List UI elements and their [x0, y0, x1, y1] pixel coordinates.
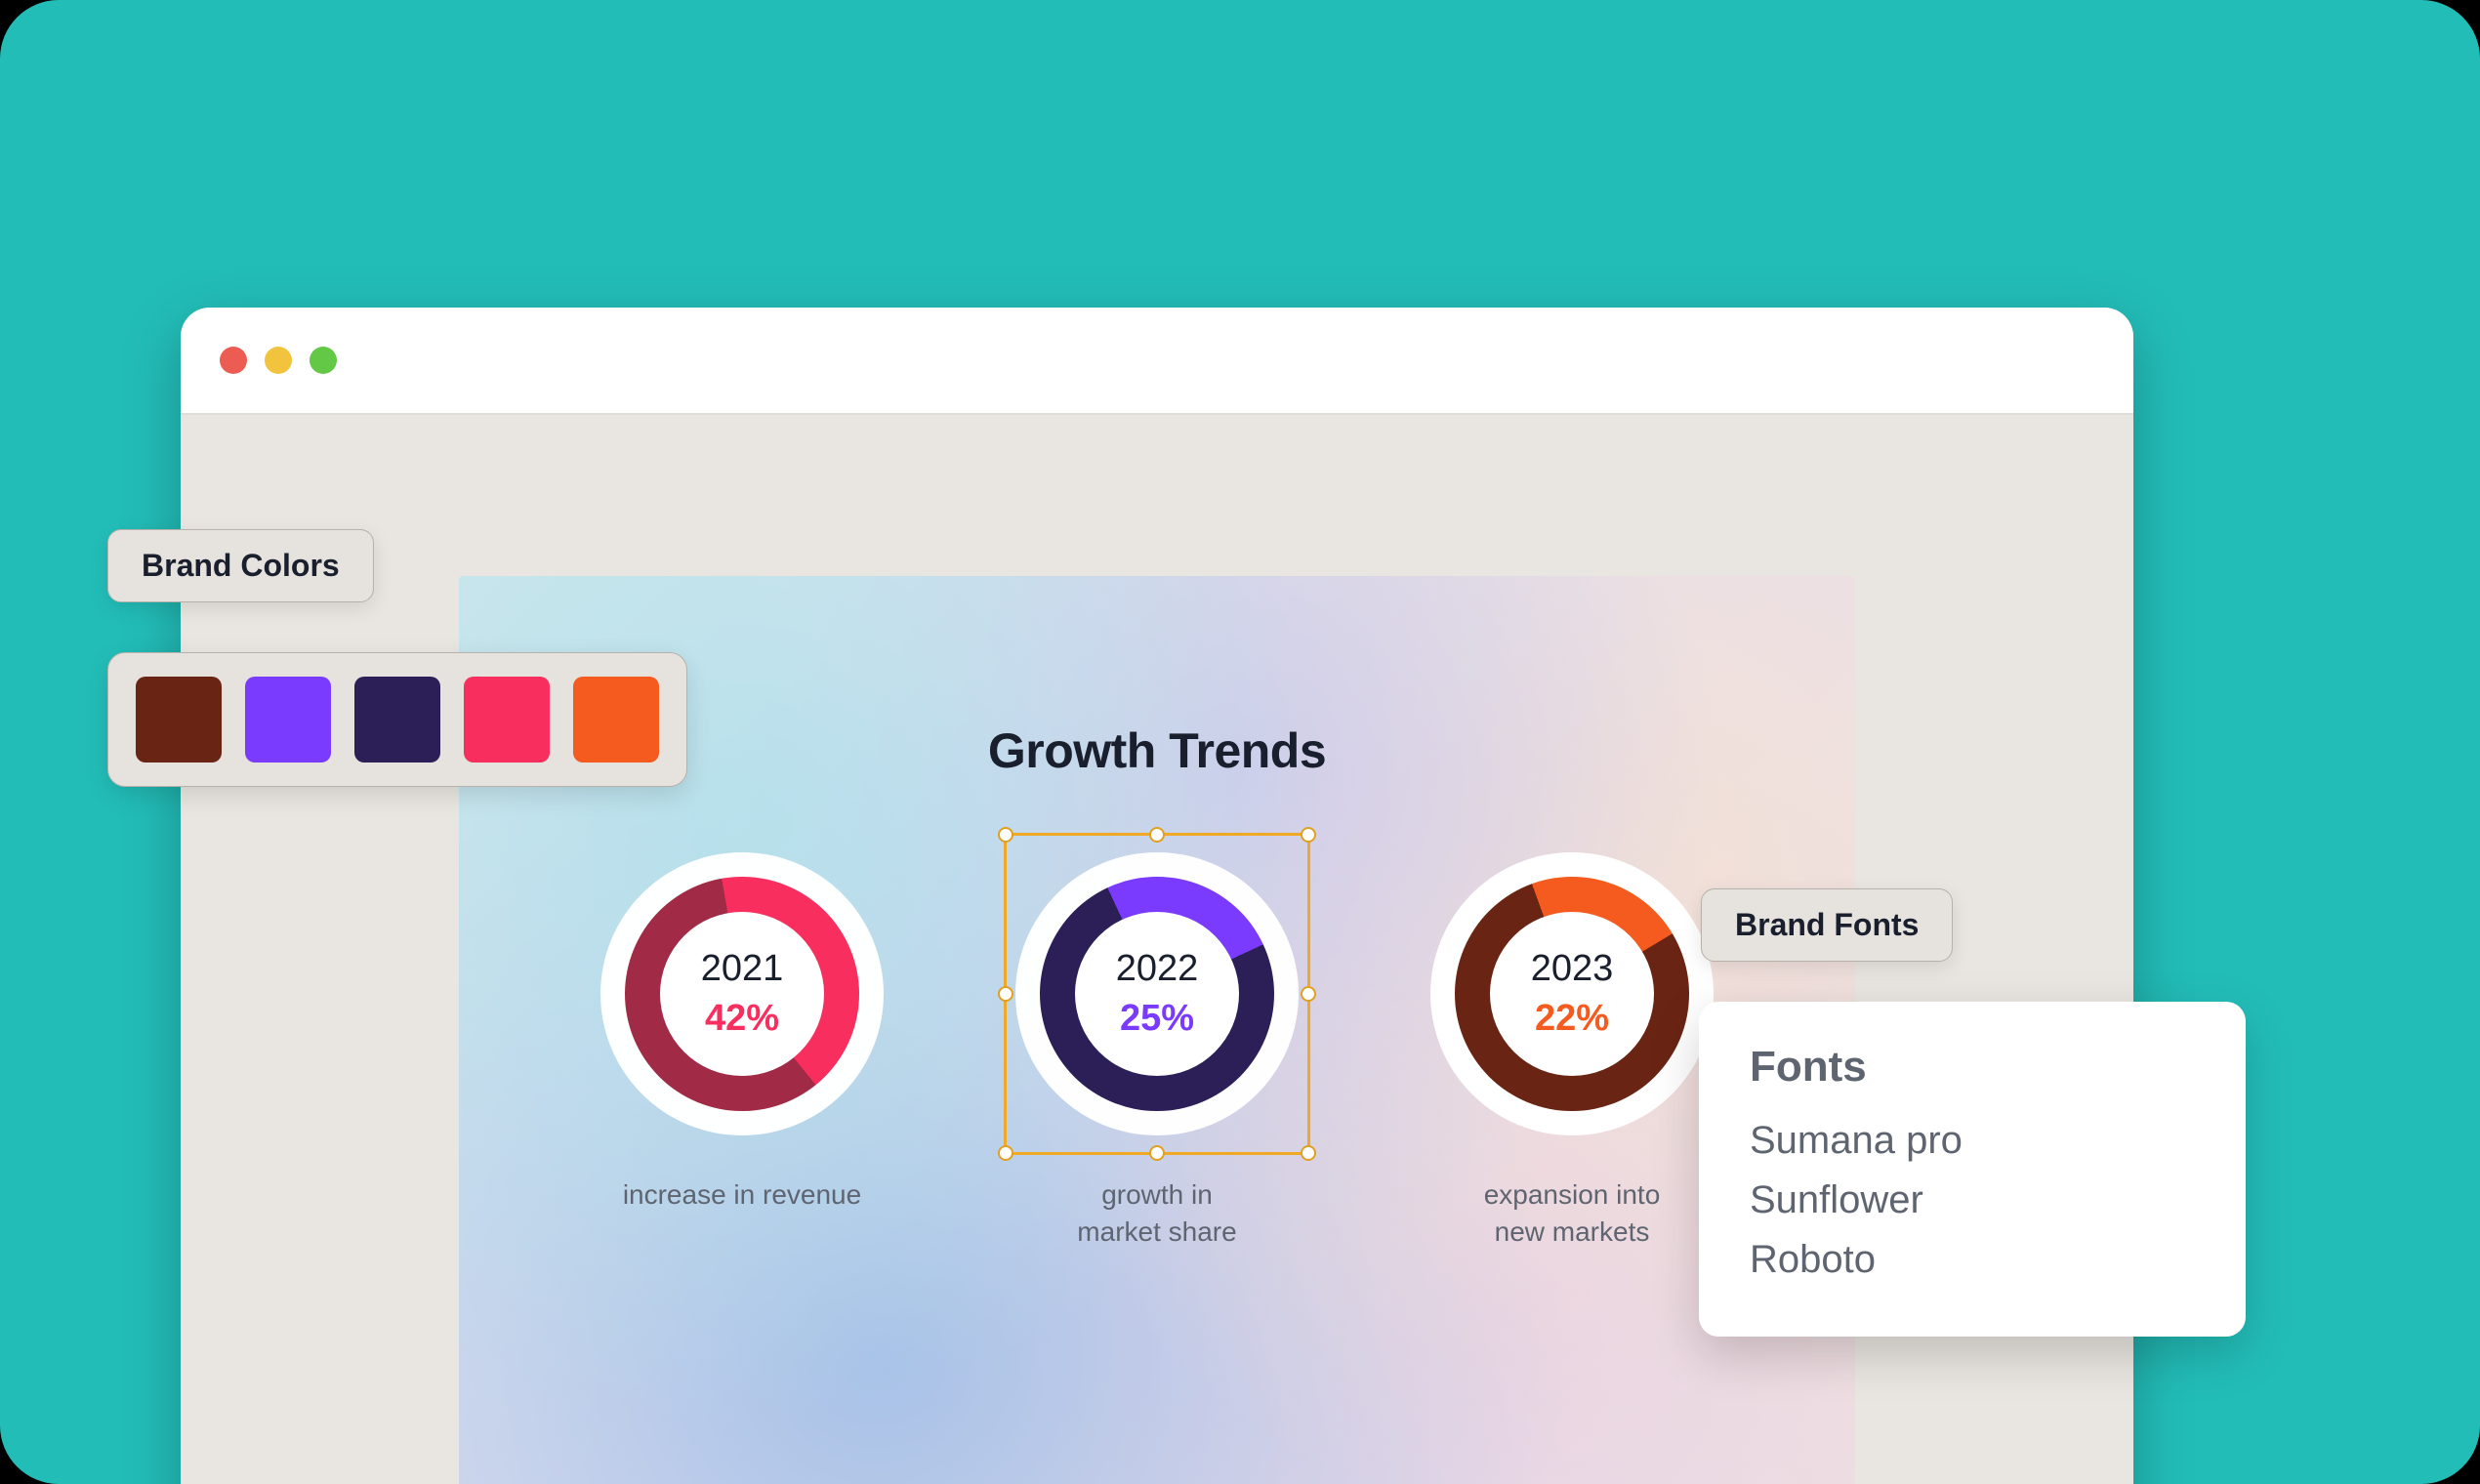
donut-chart-2021[interactable]: 2021 42% increase in revenue [600, 852, 884, 1251]
donut-year: 2023 [1531, 948, 1614, 990]
brand-fonts-label[interactable]: Brand Fonts [1701, 888, 1953, 962]
donut-ring-icon: 2023 22% [1455, 877, 1689, 1111]
brand-colors-label[interactable]: Brand Colors [107, 529, 374, 602]
window-titlebar [181, 308, 2133, 415]
donut-outer: 2023 22% [1430, 852, 1714, 1135]
color-swatch[interactable] [354, 677, 440, 763]
font-option[interactable]: Roboto [1750, 1230, 2195, 1290]
color-swatch[interactable] [136, 677, 222, 763]
resize-handle-icon[interactable] [1301, 827, 1316, 843]
donut-year: 2022 [1116, 948, 1199, 990]
donut-year: 2021 [701, 948, 784, 990]
font-option[interactable]: Sumana pro [1750, 1111, 2195, 1171]
resize-handle-icon[interactable] [1301, 986, 1316, 1002]
donut-caption: growth inmarket share [1077, 1176, 1236, 1251]
fonts-panel: Fonts Sumana pro Sunflower Roboto [1699, 1002, 2246, 1337]
app-frame: Growth Trends 2021 42% increase in reven… [0, 0, 2480, 1484]
traffic-lights [220, 347, 337, 374]
donut-ring-icon: 2021 42% [625, 877, 859, 1111]
donut-chart-2022[interactable]: 2022 25% growth inmarket share [1015, 852, 1299, 1251]
donut-outer: 2021 42% [600, 852, 884, 1135]
resize-handle-icon[interactable] [1301, 1145, 1316, 1161]
donut-ring-icon: 2022 25% [1040, 877, 1274, 1111]
resize-handle-icon[interactable] [1149, 1145, 1165, 1161]
resize-handle-icon[interactable] [998, 986, 1013, 1002]
donut-outer: 2022 25% [1015, 852, 1299, 1135]
donut-percent: 25% [1116, 998, 1199, 1040]
font-option[interactable]: Sunflower [1750, 1171, 2195, 1230]
resize-handle-icon[interactable] [1149, 827, 1165, 843]
donut-percent: 22% [1531, 998, 1614, 1040]
donut-percent: 42% [701, 998, 784, 1040]
close-icon[interactable] [220, 347, 247, 374]
resize-handle-icon[interactable] [998, 827, 1013, 843]
minimize-icon[interactable] [265, 347, 292, 374]
color-swatch[interactable] [245, 677, 331, 763]
maximize-icon[interactable] [310, 347, 337, 374]
fonts-panel-title: Fonts [1750, 1043, 2195, 1092]
color-swatch[interactable] [464, 677, 550, 763]
donut-charts-row: 2021 42% increase in revenue [459, 852, 1855, 1251]
resize-handle-icon[interactable] [998, 1145, 1013, 1161]
donut-caption: increase in revenue [623, 1176, 861, 1214]
brand-colors-panel [107, 652, 687, 787]
color-swatch[interactable] [573, 677, 659, 763]
donut-caption: expansion intonew markets [1484, 1176, 1661, 1251]
donut-chart-2023[interactable]: 2023 22% expansion intonew markets [1430, 852, 1714, 1251]
